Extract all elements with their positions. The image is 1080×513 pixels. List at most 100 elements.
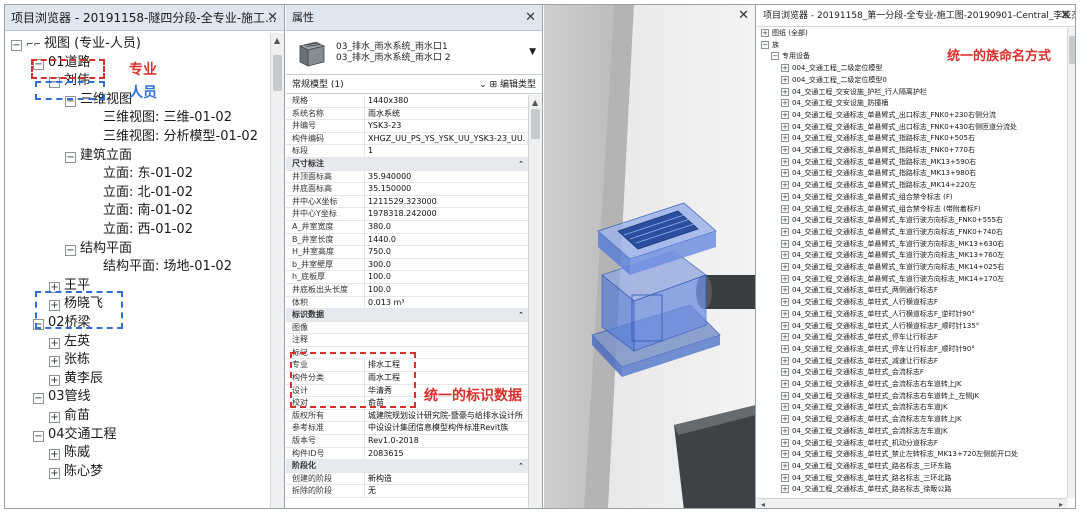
expand-icon[interactable]: +	[781, 204, 789, 213]
property-value[interactable]: 1440x380	[364, 95, 526, 107]
family-tree-node[interactable]: +04_交通工程_交通标志_单悬臂式_指路标志_FNK0+770右	[781, 145, 975, 156]
property-row[interactable]: 版权所有 城建院规划设计研究院-暨豪与给排水设计所	[286, 409, 528, 423]
tree-node[interactable]: 结构平面: 场地-01-02	[103, 256, 232, 278]
expand-icon[interactable]: +	[49, 337, 60, 349]
property-row[interactable]: 构件ID号 2083615	[286, 447, 528, 461]
property-row[interactable]: 规格 1440x380	[286, 95, 528, 108]
properties-scrollbar[interactable]: ▲	[528, 95, 542, 508]
expand-icon[interactable]: +	[781, 146, 789, 154]
family-tree-node[interactable]: +04_交通工程_交通标志_单柱式_减速让行标志F	[781, 356, 938, 367]
family-tree-node[interactable]: − 族	[761, 40, 779, 51]
property-value[interactable]: XHGZ_UU_PS_YS_YSK_UU_YSK3-23_UU...	[364, 132, 526, 145]
family-tree-node[interactable]: +04_交通工程_交通标志_单悬臂式_组合禁令标志 (F)	[781, 192, 953, 203]
expand-icon[interactable]: +	[781, 122, 789, 131]
family-tree-node[interactable]: +04_交通工程_交通标志_单悬臂式_指路标志_MK13+590右	[781, 157, 976, 168]
property-row[interactable]: b_井室壁厚 300.0	[286, 258, 528, 272]
property-value[interactable]: 35.940000	[364, 170, 526, 183]
property-row[interactable]: 井底板出头长度 100.0	[286, 283, 528, 297]
expand-icon[interactable]: +	[781, 473, 789, 482]
expand-icon[interactable]: +	[781, 309, 789, 318]
expand-icon[interactable]: +	[781, 450, 789, 459]
expand-icon[interactable]: +	[781, 157, 789, 166]
property-value[interactable]: 300.0	[364, 258, 526, 271]
collapse-icon[interactable]: ⌃	[518, 158, 524, 170]
property-row[interactable]: 井底面标高 35.150000	[286, 183, 528, 196]
property-row[interactable]: 井中心Y坐标 1978318.242000	[286, 208, 528, 221]
chevron-down-icon[interactable]: ▼	[529, 47, 536, 57]
scrollbar-thumb[interactable]	[531, 109, 540, 139]
expand-icon[interactable]: +	[781, 321, 789, 330]
expand-icon[interactable]: +	[781, 251, 789, 260]
expand-icon[interactable]: +	[781, 75, 789, 84]
type-selector[interactable]: 03_排水_雨水系统_雨水口1 03_排水_雨水系统_雨水口 2 ▼	[286, 31, 542, 75]
property-value[interactable]: Rev1.0-2018	[364, 435, 526, 447]
property-value[interactable]: 2083615	[364, 447, 526, 460]
property-value[interactable]: 雨水系统	[364, 107, 526, 120]
family-tree-node[interactable]: + 图纸 (全部)	[761, 28, 808, 39]
collapse-icon[interactable]: −	[65, 244, 76, 256]
expand-icon[interactable]: +	[781, 274, 789, 283]
scroll-up-arrow-icon[interactable]: ▲	[274, 36, 280, 45]
property-row[interactable]: 体积 0.013 m³	[286, 296, 528, 310]
property-row[interactable]: 版本号 Rev1.0-2018	[286, 435, 528, 448]
expand-icon[interactable]: +	[781, 134, 789, 143]
family-tree-node[interactable]: +04_交通工程_交通标志_单柱式_会流标志右车道转上_左侧JK	[781, 391, 979, 402]
expand-icon[interactable]: +	[49, 412, 60, 423]
expand-icon[interactable]: +	[49, 374, 60, 386]
family-tree-node[interactable]: +04_交通工程_交通标志_单柱式_会流标志F	[781, 367, 924, 378]
expand-icon[interactable]: +	[781, 64, 789, 73]
property-value[interactable]: 380.0	[364, 220, 526, 233]
family-tree-node[interactable]: +04_交通工程_交通标志_单柱式_路名标志_三环东路	[781, 461, 951, 472]
family-tree-node[interactable]: +04_交通工程_交通标志_单柱式_人行横道标志F	[781, 297, 938, 308]
property-group-header[interactable]: 标识数据 ⌃	[286, 309, 528, 322]
family-tree-node[interactable]: +04_交通工程_交通标志_单悬臂式_指路标志_MK14+220左	[781, 180, 976, 191]
property-value[interactable]: YSK3-23	[364, 120, 526, 132]
collapse-icon[interactable]: ⌃	[518, 309, 524, 321]
property-group-header[interactable]: 阶段化 ⌃	[286, 460, 528, 473]
collapse-icon[interactable]: −	[11, 40, 22, 51]
family-tree-node[interactable]: +04_交通工程_交通标志_单悬臂式_车道行驶方向标志_MK14+170左	[781, 274, 1004, 285]
property-value[interactable]: 中设设计集团信息模型构件标准Revit族	[364, 422, 526, 435]
family-tree-node[interactable]: +04_交通工程_交通标志_单悬臂式_车道行驶方向标志_MK13+760左	[781, 250, 1004, 261]
property-row[interactable]: 图像	[286, 322, 528, 335]
close-icon[interactable]: ✕	[1060, 5, 1071, 26]
family-tree-node[interactable]: +04_交通工程_交通标志_单悬臂式_车道行驶方向标志_FNK0+740右	[781, 227, 1003, 238]
family-tree-node[interactable]: +04_交通工程_交通标志_单柱式_人行横道标志F_顺时针135°	[781, 321, 979, 332]
expand-icon[interactable]: +	[781, 438, 789, 447]
property-row[interactable]: h_底板厚 100.0	[286, 271, 528, 284]
family-browser-hscrollbar[interactable]: ◂ ▸	[757, 498, 1067, 508]
family-tree-node[interactable]: +04_交通工程_交通标志_单悬臂式_指路标志_MK13+980右	[781, 168, 976, 179]
collapse-icon[interactable]: −	[33, 393, 44, 405]
property-row[interactable]: H_井室高度 750.0	[286, 246, 528, 259]
scroll-left-arrow-icon[interactable]: ◂	[761, 499, 765, 508]
expand-icon[interactable]: +	[49, 449, 60, 461]
family-tree-node[interactable]: +004_交通工程_二级定位模型0	[781, 75, 887, 86]
3d-model-view[interactable]	[544, 5, 756, 509]
family-tree-node[interactable]: +04_交通工程_交通标志_单柱式_禁止左转标志_MK13+720左侧前开口处	[781, 449, 1018, 460]
property-row[interactable]: 注释	[286, 334, 528, 347]
property-value[interactable]: 750.0	[364, 246, 526, 258]
family-tree-node[interactable]: − 专用设备	[771, 51, 810, 62]
property-group-header[interactable]: 尺寸标注 ⌃	[286, 157, 528, 171]
expand-icon[interactable]: +	[781, 391, 789, 400]
property-row[interactable]: 系统名称 雨水系统	[286, 107, 528, 121]
family-tree-node[interactable]: +04_交通工程_交安设施_护栏_行人隔离护栏	[781, 87, 927, 98]
family-browser-scrollbar[interactable]	[1067, 28, 1075, 498]
family-tree-node[interactable]: +04_交通工程_交通标志_单悬臂式_车道行驶方向标志_MK13+630右	[781, 239, 1004, 250]
property-value[interactable]: 35.150000	[364, 183, 526, 195]
family-tree-node[interactable]: +04_交通工程_交通标志_单柱式_会流标志右车道JK	[781, 402, 948, 413]
3d-view-panel[interactable]: ✕	[544, 5, 756, 509]
expand-icon[interactable]: +	[781, 368, 789, 377]
family-tree-node[interactable]: +04_交通工程_交通标志_单柱式_会流标志左车道转上JK	[781, 414, 962, 425]
family-tree-node[interactable]: +04_交通工程_交通标志_单柱式_机动分道标志F	[781, 438, 938, 449]
property-row[interactable]: 标段 1	[286, 145, 528, 158]
project-browser-scrollbar[interactable]: ▲	[270, 33, 284, 508]
expand-icon[interactable]: +	[781, 239, 789, 248]
close-icon[interactable]: ✕	[525, 5, 536, 30]
family-tree-node[interactable]: +04_交通工程_交通标志_单悬臂式_指路标志_FNK0+505右	[781, 133, 975, 144]
property-row[interactable]: 井编号 YSK3-23	[286, 120, 528, 133]
expand-icon[interactable]: +	[781, 344, 789, 353]
expand-icon[interactable]: +	[781, 356, 789, 365]
expand-icon[interactable]: +	[781, 192, 789, 201]
property-row[interactable]: 创建的阶段 新构造	[286, 472, 528, 486]
